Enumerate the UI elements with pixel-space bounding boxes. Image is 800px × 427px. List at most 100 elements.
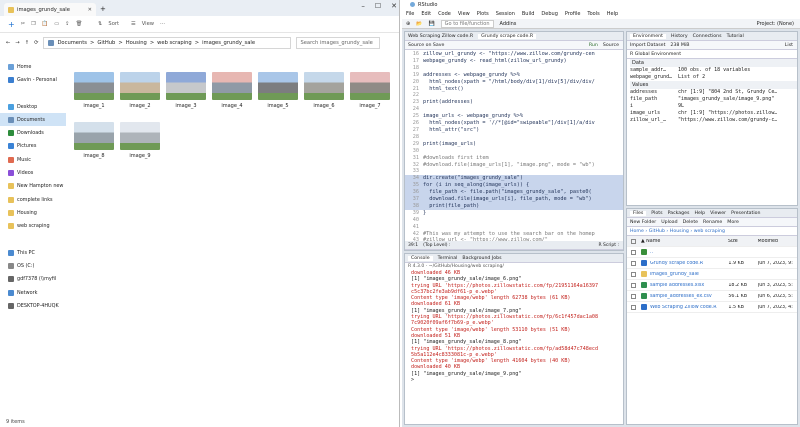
nav-item[interactable]: DESKTOP-4HUQK [0, 299, 66, 312]
nav-item[interactable]: New Hampton new [0, 180, 66, 193]
menu-item[interactable]: Plots [477, 11, 489, 17]
nav-item[interactable]: Downloads [0, 126, 66, 139]
nav-item[interactable]: Music [0, 153, 66, 166]
files-tab[interactable]: Packages [668, 211, 690, 216]
crumb-housing[interactable]: Housing [126, 40, 147, 46]
close-window-icon[interactable]: ✕ [391, 2, 397, 10]
file-thumbnail[interactable]: image_1 [74, 72, 114, 109]
files-tab[interactable]: Help [694, 211, 705, 216]
code-line[interactable]: 41 [405, 224, 623, 231]
code-line[interactable]: 31 #downloads first item [405, 155, 623, 162]
menu-item[interactable]: Profile [565, 11, 581, 17]
files-tool-button[interactable]: New Folder [630, 220, 656, 225]
env-row[interactable]: addresses chr [1:9] "804 2nd St, Grundy C… [630, 89, 797, 96]
code-line[interactable]: 40 [405, 217, 623, 224]
file-type[interactable]: R Script : [598, 243, 619, 248]
code-line[interactable]: 16 zillow_url_grundy <- "https://www.zill… [405, 51, 623, 58]
up-icon[interactable]: ↑ [25, 40, 29, 46]
nav-item[interactable]: Network [0, 286, 66, 299]
paste-icon[interactable]: 📋 [42, 21, 48, 27]
view-button[interactable]: View [142, 21, 154, 27]
nav-item[interactable]: web scraping [0, 220, 66, 233]
crumb-documents[interactable]: Documents [57, 40, 87, 46]
nav-item[interactable]: Home [0, 60, 66, 73]
menu-item[interactable]: File [406, 11, 414, 17]
file-checkbox[interactable] [631, 293, 636, 299]
files-tool-button[interactable]: Delete [683, 220, 698, 225]
code-line[interactable]: 38 print(file_path) [405, 202, 623, 210]
nav-item[interactable]: complete links [0, 193, 66, 206]
code-line[interactable]: 17 webpage_grundy <- read_html(zillow_url… [405, 58, 623, 65]
env-row[interactable]: webpage_grund… List of 2 [630, 74, 797, 81]
menu-item[interactable]: Build [522, 11, 535, 17]
file-row[interactable]: images_grundy_sale [627, 269, 797, 280]
import-dataset-button[interactable]: Import Dataset [630, 43, 665, 48]
tab-connections[interactable]: Connections [693, 34, 722, 39]
menu-item[interactable]: Edit [421, 11, 431, 17]
files-tab[interactable]: Viewer [710, 211, 726, 216]
delete-icon[interactable]: 🗑 [75, 21, 82, 27]
file-name[interactable]: sample_addresses_ex.csv [650, 294, 728, 299]
crumb-github[interactable]: GitHub [97, 40, 115, 46]
files-tool-button[interactable]: Upload [661, 220, 677, 225]
minimize-icon[interactable]: – [361, 2, 365, 10]
files-tab[interactable]: Files [630, 210, 647, 216]
menu-item[interactable]: Code [438, 11, 451, 17]
crumb-web-scraping[interactable]: web scraping [157, 40, 192, 46]
code-line[interactable]: 22 [405, 92, 623, 99]
file-thumbnail[interactable]: image_4 [212, 72, 252, 109]
breadcrumb[interactable]: Documents > GitHub > Housing > web scrap… [43, 37, 292, 49]
files-tool-button[interactable]: More [727, 220, 739, 225]
tab-console[interactable]: Console [408, 255, 433, 261]
code-line[interactable]: 36 file_path <- file.path("images_grundy… [405, 189, 623, 197]
new-tab-icon[interactable]: + [100, 5, 106, 16]
project-menu[interactable]: Project: (None) [757, 21, 794, 27]
code-line[interactable]: 37 download.file(image_urls[i], file_pat… [405, 196, 623, 203]
save-icon[interactable]: 💾 [428, 21, 434, 27]
code-line[interactable]: 29 print(image_urls) [405, 141, 623, 148]
maximize-icon[interactable]: ☐ [375, 2, 381, 10]
code-line[interactable]: 33 [405, 168, 623, 175]
select-all-checkbox[interactable] [631, 238, 636, 244]
scope-indicator[interactable]: (Top Level) : [423, 243, 450, 248]
code-line[interactable]: 21 html_text() [405, 86, 623, 93]
goto-file-input[interactable]: Go to file/function [440, 19, 494, 28]
nav-item[interactable]: Gavin - Personal [0, 73, 66, 86]
code-area[interactable]: 16 zillow_url_grundy <- "https://www.zill… [405, 50, 623, 244]
code-line[interactable]: 30 [405, 148, 623, 155]
file-name[interactable]: sample addresses.xlsx [650, 283, 728, 288]
crumb-images-grundy-sale[interactable]: images_grundy_sale [202, 40, 255, 46]
files-path[interactable]: Home › GitHub › Housing › web scraping [627, 227, 797, 236]
source-button[interactable]: Source [603, 43, 619, 48]
col-name[interactable]: ▲ Name [641, 239, 728, 244]
nav-item[interactable]: Documents [0, 113, 66, 127]
file-row[interactable]: Web Scraping Zillow code.R 1.5 KB Jun 7, 2… [627, 302, 797, 313]
close-tab-icon[interactable]: ✕ [88, 7, 92, 13]
code-line[interactable]: 26 html_nodes(xpath = '//*[@id="swipeabl… [405, 120, 623, 127]
open-icon[interactable]: 📂 [416, 21, 422, 27]
list-view-button[interactable]: List [785, 43, 793, 48]
code-line[interactable]: 34 dir.create("images_grundy_sale") [405, 175, 623, 183]
code-line[interactable]: 39} [405, 210, 623, 217]
console-output[interactable]: downloaded 46 KB [1] "images_grundy_sale/… [405, 270, 623, 383]
files-path-label[interactable]: Home › GitHub › Housing › web scraping [630, 229, 725, 234]
addins-button[interactable]: Addins [500, 21, 517, 27]
nav-item[interactable]: This PC [0, 246, 66, 259]
env-row[interactable]: file_path "images_grundy_sale/image_9.png… [630, 96, 797, 103]
env-scope-select[interactable]: R Global Environment [627, 50, 797, 59]
file-checkbox[interactable] [631, 260, 636, 266]
files-tab[interactable]: Presentation [731, 211, 760, 216]
code-line[interactable]: 20 html_nodes(xpath = "/html/body/div[1]… [405, 79, 623, 86]
explorer-tab[interactable]: images_grundy_sale ✕ [4, 3, 96, 16]
share-icon[interactable]: ⇪ [65, 21, 69, 27]
files-tab[interactable]: Plots [651, 211, 662, 216]
more-button[interactable]: ··· [160, 21, 165, 27]
file-name[interactable]: Grundy scrape code.R [650, 261, 728, 266]
env-row[interactable]: sample_addr… 100 obs. of 18 variables [630, 67, 797, 74]
tab-web-scraping-zillow[interactable]: Web Scraping Zillow code.R [408, 34, 473, 39]
file-row[interactable]: sample_addresses_ex.csv 56.1 KB Jun 6, 202… [627, 291, 797, 302]
tab-tutorial[interactable]: Tutorial [727, 34, 744, 39]
code-line[interactable]: 23 print(addresses) [405, 99, 623, 106]
code-line[interactable]: 24 [405, 106, 623, 113]
nav-item[interactable]: OS (C:) [0, 259, 66, 272]
